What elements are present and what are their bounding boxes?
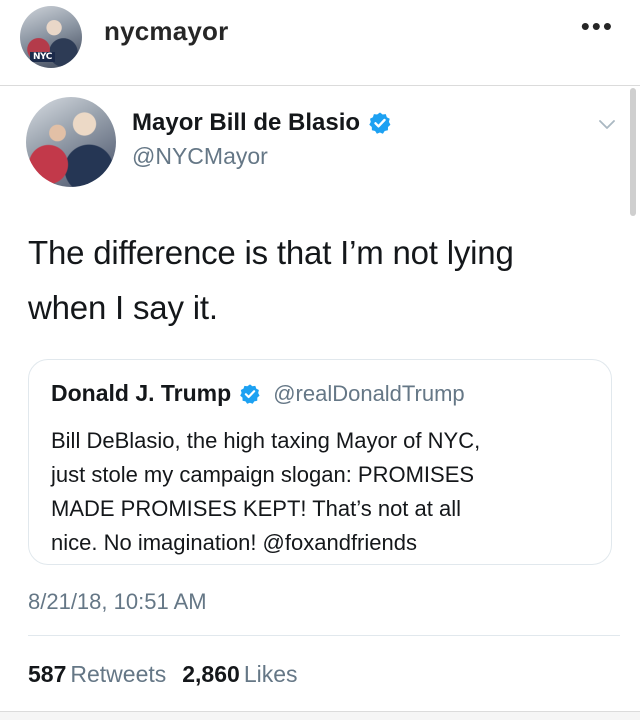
post-username[interactable]: nycmayor — [104, 16, 228, 47]
tweet-text-line: when I say it. — [28, 289, 218, 326]
tweet-author-name-row[interactable]: Mayor Bill de Blasio — [132, 109, 392, 137]
more-options-icon[interactable]: ••• — [581, 13, 614, 39]
profile-avatar[interactable]: NYC — [20, 6, 82, 68]
tweet-author-handle[interactable]: @NYCMayor — [132, 143, 268, 170]
tweet-card: Mayor Bill de Blasio @NYCMayor The diffe… — [0, 87, 640, 711]
retweets-stat[interactable]: 587 Retweets — [28, 661, 166, 688]
tweet-author-avatar[interactable] — [26, 97, 116, 187]
chevron-down-icon[interactable] — [598, 115, 616, 133]
quoted-author-handle: @realDonaldTrump — [273, 380, 465, 406]
retweets-count: 587 — [28, 661, 67, 687]
likes-count: 2,860 — [182, 661, 240, 687]
quoted-author-name: Donald J. Trump — [51, 380, 232, 406]
verified-badge-icon — [369, 112, 391, 134]
tweet-stats: 587 Retweets 2,860 Likes — [28, 661, 298, 688]
quoted-tweet-text: Bill DeBlasio, the high taxing Mayor of … — [51, 428, 481, 555]
tweet-text: The difference is that I’m not lying whe… — [28, 225, 618, 335]
quoted-tweet-header: Donald J. Trump @realDonaldTrump — [51, 380, 465, 407]
quoted-tweet[interactable]: Donald J. Trump @realDonaldTrump Bill De… — [28, 359, 612, 565]
divider — [28, 635, 620, 636]
bottom-bar — [0, 711, 640, 720]
verified-badge-icon — [240, 383, 260, 404]
tweet-author-name: Mayor Bill de Blasio — [132, 109, 361, 136]
likes-label: Likes — [243, 661, 298, 687]
tweet-timestamp[interactable]: 8/21/18, 10:51 AM — [28, 589, 207, 615]
avatar-badge: NYC — [30, 52, 55, 62]
retweets-label: Retweets — [70, 661, 167, 687]
tweet-text-line: The difference is that I’m not lying — [28, 234, 514, 271]
instagram-post-header: NYC nycmayor ••• — [0, 0, 640, 86]
likes-stat[interactable]: 2,860 Likes — [182, 661, 297, 688]
